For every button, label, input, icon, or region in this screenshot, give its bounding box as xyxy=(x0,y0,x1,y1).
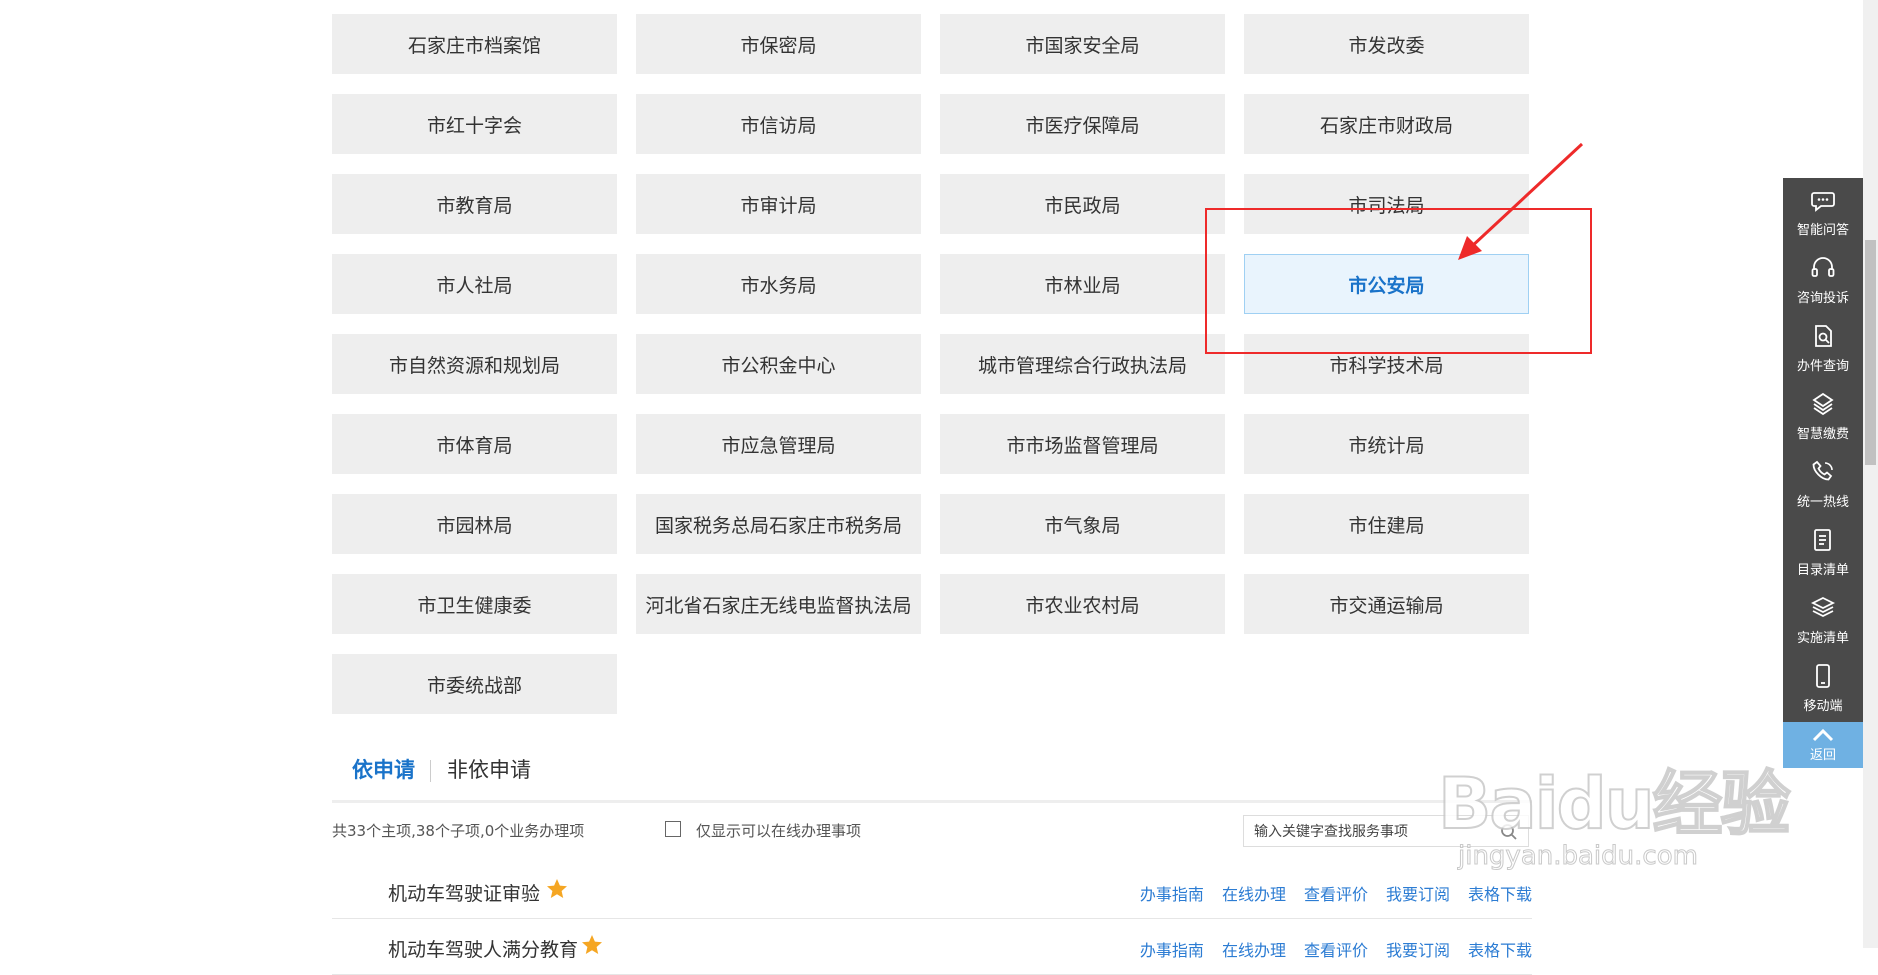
sidebar-item-label: 统一热线 xyxy=(1796,494,1849,510)
sidebar-item[interactable]: 咨询投诉 xyxy=(1783,246,1863,314)
list-icon xyxy=(1814,528,1831,551)
department-item[interactable]: 市委统战部 xyxy=(332,654,617,714)
sidebar-item[interactable]: 目录清单 xyxy=(1783,518,1863,586)
service-row: 机动车驾驶人满分教育 办事指南 在线办理 查看评价 我要订阅 表格下载 xyxy=(332,918,1532,975)
department-item[interactable]: 石家庄市财政局 xyxy=(1244,94,1529,154)
department-item[interactable]: 市国家安全局 xyxy=(940,14,1225,74)
tab-divider xyxy=(430,760,431,782)
service-action-link[interactable]: 表格下载 xyxy=(1468,937,1532,961)
department-item[interactable]: 河北省石家庄无线电监督执法局 xyxy=(636,574,921,634)
sidebar-item-label: 实施清单 xyxy=(1796,630,1849,646)
department-item[interactable]: 市统计局 xyxy=(1244,414,1529,474)
service-action-link[interactable]: 查看评价 xyxy=(1304,937,1368,961)
sidebar-item[interactable]: 实施清单 xyxy=(1783,586,1863,654)
service-actions: 办事指南 在线办理 查看评价 我要订阅 表格下载 xyxy=(1140,937,1532,961)
department-item-selected[interactable]: 市公安局 xyxy=(1244,254,1529,314)
sidebar-item-label: 咨询投诉 xyxy=(1796,290,1849,306)
department-item[interactable]: 市科学技术局 xyxy=(1244,334,1529,394)
department-item[interactable]: 市发改委 xyxy=(1244,14,1529,74)
sidebar-item[interactable]: 智慧缴费 xyxy=(1783,382,1863,450)
service-search-box xyxy=(1243,815,1529,847)
sidebar-item[interactable]: 办件查询 xyxy=(1783,314,1863,382)
online-only-label: 仅显示可以在线办理事项 xyxy=(696,822,862,840)
service-row: 机动车驾驶证审验 办事指南 在线办理 查看评价 我要订阅 表格下载 xyxy=(332,862,1532,919)
service-actions: 办事指南 在线办理 查看评价 我要订阅 表格下载 xyxy=(1140,881,1532,905)
page-scrollbar-thumb[interactable] xyxy=(1865,240,1876,465)
sidebar-item-label: 办件查询 xyxy=(1796,358,1849,374)
sidebar-item-label: 智能问答 xyxy=(1796,222,1849,238)
department-grid: 石家庄市档案馆 市保密局 市国家安全局 市发改委市红十字会 市信访局 市医疗保障局 石家庄市… xyxy=(332,14,1529,714)
department-item[interactable]: 市司法局 xyxy=(1244,174,1529,234)
department-item[interactable]: 市自然资源和规划局 xyxy=(332,334,617,394)
floating-service-sidebar: 智能问答咨询投诉办件查询智慧缴费统一热线目录清单实施清单移动端 xyxy=(1783,178,1863,768)
service-name[interactable]: 机动车驾驶证审验 xyxy=(388,879,540,906)
sidebar-item[interactable]: 移动端 xyxy=(1783,654,1863,722)
service-action-link[interactable]: 表格下载 xyxy=(1468,881,1532,905)
service-action-link[interactable]: 我要订阅 xyxy=(1386,881,1450,905)
document-search-icon xyxy=(1815,324,1832,347)
department-item[interactable]: 市农业农村局 xyxy=(940,574,1225,634)
sidebar-item-label: 智慧缴费 xyxy=(1796,426,1849,442)
department-item[interactable]: 市审计局 xyxy=(636,174,921,234)
layers-icon xyxy=(1810,596,1836,617)
department-item[interactable]: 市教育局 xyxy=(332,174,617,234)
search-icon[interactable] xyxy=(1500,823,1518,841)
department-item[interactable]: 国家税务总局石家庄市税务局 xyxy=(636,494,921,554)
tab-yishenqing[interactable]: 依申请 xyxy=(352,754,415,784)
service-name[interactable]: 机动车驾驶人满分教育 xyxy=(388,935,578,962)
sidebar-item[interactable]: 统一热线 xyxy=(1783,450,1863,518)
department-item[interactable]: 市信访局 xyxy=(636,94,921,154)
chat-bubble-icon xyxy=(1811,191,1835,212)
department-item[interactable]: 市应急管理局 xyxy=(636,414,921,474)
online-only-checkbox[interactable] xyxy=(665,821,681,837)
department-item[interactable]: 市红十字会 xyxy=(332,94,617,154)
sidebar-item[interactable]: 智能问答 xyxy=(1783,178,1863,246)
service-search-input[interactable] xyxy=(1252,819,1476,845)
page-scrollbar[interactable] xyxy=(1863,0,1878,948)
item-count-summary: 共33个主项,38个子项,0个业务办理项 xyxy=(332,822,585,840)
department-item[interactable]: 市园林局 xyxy=(332,494,617,554)
headset-icon xyxy=(1811,256,1835,277)
department-item[interactable]: 市水务局 xyxy=(636,254,921,314)
department-item[interactable]: 市医疗保障局 xyxy=(940,94,1225,154)
department-item[interactable]: 市民政局 xyxy=(940,174,1225,234)
back-to-top-label: 返回 xyxy=(1809,747,1836,763)
phone-icon xyxy=(1812,460,1833,480)
star-icon xyxy=(582,935,602,954)
department-item[interactable]: 石家庄市档案馆 xyxy=(332,14,617,74)
department-item[interactable]: 市住建局 xyxy=(1244,494,1529,554)
department-item[interactable]: 市交通运输局 xyxy=(1244,574,1529,634)
department-item[interactable]: 市卫生健康委 xyxy=(332,574,617,634)
service-action-link[interactable]: 办事指南 xyxy=(1140,881,1204,905)
payment-icon xyxy=(1812,392,1834,415)
service-action-link[interactable]: 在线办理 xyxy=(1222,937,1286,961)
back-to-top-button[interactable]: 返回 xyxy=(1783,722,1863,768)
department-item[interactable]: 市保密局 xyxy=(636,14,921,74)
department-item[interactable]: 城市管理综合行政执法局 xyxy=(940,334,1225,394)
department-item[interactable]: 市人社局 xyxy=(332,254,617,314)
tab-feiyishenqing[interactable]: 非依申请 xyxy=(447,754,531,784)
department-item[interactable]: 市公积金中心 xyxy=(636,334,921,394)
department-item[interactable]: 市林业局 xyxy=(940,254,1225,314)
mobile-icon xyxy=(1816,663,1830,688)
department-item[interactable]: 市气象局 xyxy=(940,494,1225,554)
application-type-tabs: 依申请 非依申请 xyxy=(332,748,1532,803)
sidebar-item-label: 移动端 xyxy=(1803,698,1843,714)
service-action-link[interactable]: 我要订阅 xyxy=(1386,937,1450,961)
service-action-link[interactable]: 办事指南 xyxy=(1140,937,1204,961)
service-action-link[interactable]: 查看评价 xyxy=(1304,881,1368,905)
service-action-link[interactable]: 在线办理 xyxy=(1222,881,1286,905)
star-icon xyxy=(547,879,567,898)
chevron-up-icon xyxy=(1812,728,1834,741)
department-item[interactable]: 市体育局 xyxy=(332,414,617,474)
sidebar-item-label: 目录清单 xyxy=(1796,562,1849,578)
department-item[interactable]: 市市场监督管理局 xyxy=(940,414,1225,474)
